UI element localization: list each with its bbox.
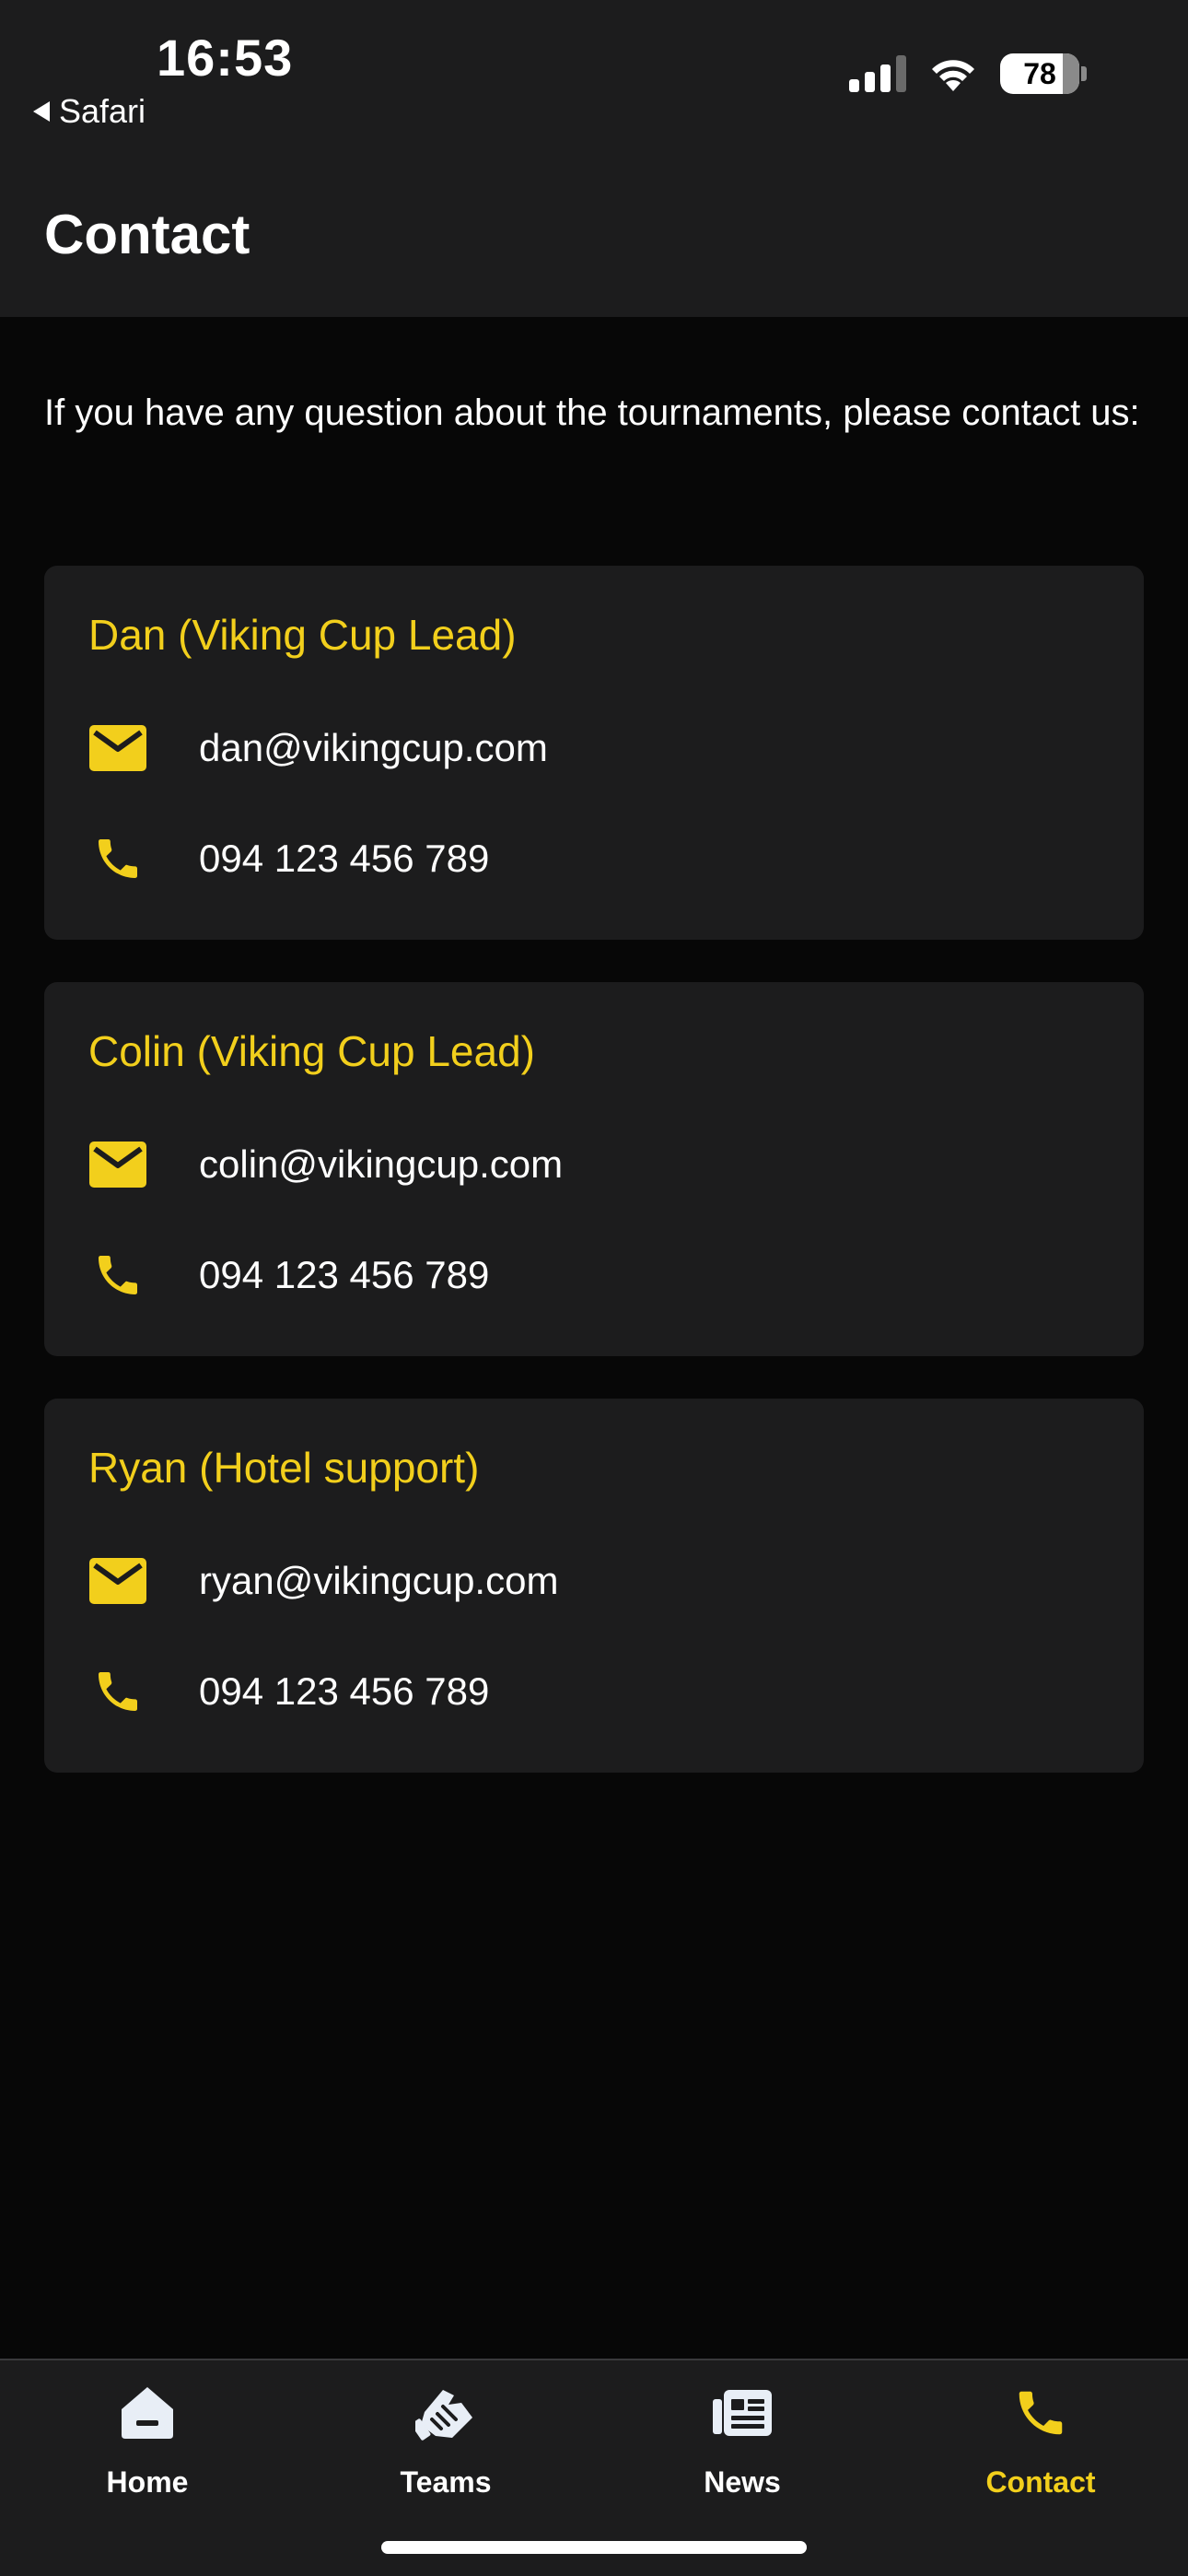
phone-icon [88, 1664, 147, 1719]
contact-email[interactable]: ryan@vikingcup.com [199, 1559, 558, 1603]
contact-name: Ryan (Hotel support) [88, 1444, 480, 1492]
newspaper-icon [710, 2381, 775, 2445]
phone-icon [88, 831, 147, 886]
tab-news-label: News [704, 2465, 781, 2499]
contact-email-row[interactable]: dan@vikingcup.com [88, 720, 548, 776]
page-title: Contact [44, 204, 250, 265]
contact-email-row[interactable]: colin@vikingcup.com [88, 1137, 563, 1192]
cellular-signal-icon [849, 55, 906, 92]
tab-teams-label: Teams [400, 2465, 492, 2499]
contact-name: Dan (Viking Cup Lead) [88, 611, 517, 659]
contact-phone[interactable]: 094 123 456 789 [199, 1253, 489, 1297]
home-indicator[interactable] [381, 2541, 807, 2554]
mail-icon [88, 1137, 147, 1192]
status-icons: 78 [849, 53, 1087, 94]
intro-text: If you have any question about the tourn… [44, 392, 1140, 433]
contact-phone-row[interactable]: 094 123 456 789 [88, 1664, 489, 1719]
mail-icon [88, 1553, 147, 1609]
contact-card: Dan (Viking Cup Lead) dan@vikingcup.com … [44, 566, 1144, 940]
back-arrow-icon [33, 101, 50, 122]
tab-home-label: Home [106, 2465, 189, 2499]
home-icon [115, 2381, 180, 2445]
screen: 16:53 Safari 78 Contact If you have any … [0, 0, 1188, 2576]
header: 16:53 Safari 78 Contact [0, 0, 1188, 317]
contact-phone[interactable]: 094 123 456 789 [199, 837, 489, 881]
contact-email[interactable]: colin@vikingcup.com [199, 1142, 563, 1187]
phone-icon [88, 1247, 147, 1303]
contact-email-row[interactable]: ryan@vikingcup.com [88, 1553, 558, 1609]
wifi-icon [932, 60, 974, 91]
contact-email[interactable]: dan@vikingcup.com [199, 726, 548, 770]
tab-contact-label: Contact [985, 2465, 1096, 2499]
contact-phone-row[interactable]: 094 123 456 789 [88, 831, 489, 886]
handshake-icon [413, 2381, 478, 2445]
back-to-safari-link[interactable]: Safari [33, 92, 146, 131]
back-label: Safari [59, 92, 146, 130]
status-time: 16:53 [157, 29, 294, 87]
contact-name: Colin (Viking Cup Lead) [88, 1027, 535, 1075]
contact-phone-row[interactable]: 094 123 456 789 [88, 1247, 489, 1303]
tab-teams[interactable]: Teams [354, 2381, 538, 2500]
battery-icon: 78 [1000, 53, 1079, 94]
tab-news[interactable]: News [650, 2381, 834, 2500]
mail-icon [88, 720, 147, 776]
contact-card: Ryan (Hotel support) ryan@vikingcup.com … [44, 1399, 1144, 1773]
tab-contact[interactable]: Contact [949, 2381, 1133, 2500]
contact-phone[interactable]: 094 123 456 789 [199, 1669, 489, 1714]
battery-level: 78 [1023, 56, 1056, 90]
contact-card: Colin (Viking Cup Lead) colin@vikingcup.… [44, 982, 1144, 1356]
phone-icon [1008, 2381, 1073, 2445]
tab-home[interactable]: Home [55, 2381, 239, 2500]
